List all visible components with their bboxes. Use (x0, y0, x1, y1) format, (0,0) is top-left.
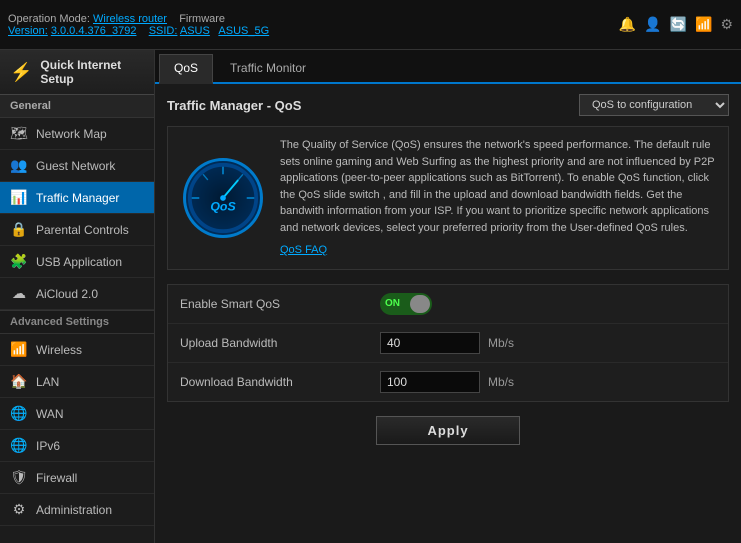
toggle-track[interactable]: ON (380, 293, 432, 315)
enable-smart-qos-row: Enable Smart QoS ON (168, 285, 728, 324)
settings-top-icon[interactable]: ⚙ (720, 16, 733, 33)
download-bandwidth-row: Download Bandwidth Mb/s (168, 363, 728, 401)
notification-icon[interactable]: 🔔 (619, 16, 636, 33)
quick-setup-label: Quick Internet Setup (40, 58, 144, 86)
sidebar-item-wireless[interactable]: 📶 Wireless (0, 334, 154, 366)
upload-bandwidth-label: Upload Bandwidth (180, 336, 380, 350)
qos-logo: QoS (178, 137, 268, 259)
sidebar-item-parental-controls-label: Parental Controls (36, 223, 129, 237)
traffic-manager-header: Traffic Manager - QoS QoS to configurati… (167, 94, 729, 116)
apply-button[interactable]: Apply (376, 416, 519, 445)
sidebar-item-aicloud[interactable]: ☁ AiCloud 2.0 (0, 278, 154, 310)
qos-faq-link[interactable]: QoS FAQ (280, 242, 718, 259)
svg-text:QoS: QoS (210, 199, 236, 213)
op-mode-label: Operation Mode: (8, 13, 90, 25)
version-line: Version: 3.0.0.4.376_3792 SSID: ASUS ASU… (8, 25, 269, 37)
qos-gauge-svg: QoS (186, 159, 260, 237)
enable-smart-qos-label: Enable Smart QoS (180, 297, 380, 311)
tabs-bar: QoS Traffic Monitor (155, 50, 741, 84)
tab-qos[interactable]: QoS (159, 54, 213, 84)
wan-icon: 🌐 (10, 405, 28, 422)
upload-bandwidth-unit: Mb/s (488, 336, 514, 350)
advanced-settings-header: Advanced Settings (0, 310, 154, 334)
upload-bandwidth-row: Upload Bandwidth Mb/s (168, 324, 728, 363)
aicloud-icon: ☁ (10, 285, 28, 302)
sidebar-item-traffic-manager-label: Traffic Manager (36, 191, 119, 205)
download-bandwidth-label: Download Bandwidth (180, 375, 380, 389)
download-bandwidth-value: Mb/s (380, 371, 514, 393)
refresh-icon[interactable]: 🔄 (670, 16, 687, 33)
enable-smart-qos-value: ON (380, 293, 432, 315)
upload-bandwidth-input[interactable] (380, 332, 480, 354)
top-bar: Operation Mode: Wireless router Firmware… (0, 0, 741, 50)
sidebar-item-ipv6[interactable]: 🌐 IPv6 (0, 430, 154, 462)
administration-icon: ⚙ (10, 501, 28, 518)
sidebar-item-traffic-manager[interactable]: 📊 Traffic Manager (0, 182, 154, 214)
sidebar-item-guest-network[interactable]: 👥 Guest Network (0, 150, 154, 182)
download-bandwidth-input[interactable] (380, 371, 480, 393)
network-map-icon: 🗺 (10, 125, 28, 142)
sidebar-item-network-map[interactable]: 🗺 Network Map (0, 118, 154, 150)
sidebar-item-firewall-label: Firewall (36, 471, 77, 485)
sidebar: ⚡ Quick Internet Setup General 🗺 Network… (0, 50, 155, 543)
sidebar-item-ipv6-label: IPv6 (36, 439, 60, 453)
firmware-label: Firmware (179, 13, 225, 25)
traffic-manager-icon: 📊 (10, 189, 28, 206)
qos-description-text: The Quality of Service (QoS) ensures the… (280, 137, 718, 259)
sidebar-item-aicloud-label: AiCloud 2.0 (36, 287, 98, 301)
toggle-on-label: ON (385, 298, 400, 309)
sidebar-item-wireless-label: Wireless (36, 343, 82, 357)
user-icon[interactable]: 👤 (644, 16, 661, 33)
page-content: Traffic Manager - QoS QoS to configurati… (155, 84, 741, 543)
lightning-icon: ⚡ (10, 62, 32, 83)
usb-application-icon: 🧩 (10, 253, 28, 270)
sidebar-item-guest-network-label: Guest Network (36, 159, 115, 173)
sidebar-item-wan[interactable]: 🌐 WAN (0, 398, 154, 430)
qos-config-dropdown[interactable]: QoS to configuration (579, 94, 729, 116)
sidebar-item-usb-application-label: USB Application (36, 255, 122, 269)
sidebar-item-wan-label: WAN (36, 407, 64, 421)
tab-traffic-monitor[interactable]: Traffic Monitor (215, 54, 321, 82)
ssid-value: ASUS (180, 25, 210, 37)
sidebar-item-administration[interactable]: ⚙ Administration (0, 494, 154, 526)
download-bandwidth-unit: Mb/s (488, 375, 514, 389)
ipv6-icon: 🌐 (10, 437, 28, 454)
qos-logo-inner: QoS (183, 158, 263, 238)
lan-icon: 🏠 (10, 373, 28, 390)
ssid-5g-value: ASUS_5G (218, 25, 269, 37)
content-area: QoS Traffic Monitor Traffic Manager - Qo… (155, 50, 741, 543)
op-mode-line: Operation Mode: Wireless router Firmware (8, 13, 269, 25)
op-mode-value[interactable]: Wireless router (93, 13, 167, 25)
general-section-header: General (0, 95, 154, 118)
signal-icon[interactable]: 📶 (695, 16, 712, 33)
sidebar-item-usb-application[interactable]: 🧩 USB Application (0, 246, 154, 278)
ssid-label: SSID: (149, 25, 178, 37)
sidebar-item-network-map-label: Network Map (36, 127, 107, 141)
firewall-icon: 🛡 (10, 469, 28, 486)
smart-qos-toggle[interactable]: ON (380, 293, 432, 315)
sidebar-item-quick-setup[interactable]: ⚡ Quick Internet Setup (0, 50, 154, 95)
sidebar-item-firewall[interactable]: 🛡 Firewall (0, 462, 154, 494)
qos-info-section: QoS The Quality of Service (QoS) ensures… (167, 126, 729, 270)
apply-row: Apply (167, 416, 729, 445)
qos-desc-content: The Quality of Service (QoS) ensures the… (280, 139, 714, 234)
top-bar-icons: 🔔 👤 🔄 📶 ⚙ (619, 16, 733, 33)
page-title: Traffic Manager - QoS (167, 98, 301, 113)
toggle-thumb (410, 295, 430, 313)
wireless-icon: 📶 (10, 341, 28, 358)
top-bar-info: Operation Mode: Wireless router Firmware… (8, 13, 269, 37)
sidebar-item-lan[interactable]: 🏠 LAN (0, 366, 154, 398)
qos-form-section: Enable Smart QoS ON Upload Bandwidth (167, 284, 729, 402)
version-value: 3.0.0.4.376_3792 (51, 25, 137, 37)
version-label: Version: (8, 25, 48, 37)
sidebar-item-lan-label: LAN (36, 375, 59, 389)
sidebar-item-parental-controls[interactable]: 🔒 Parental Controls (0, 214, 154, 246)
main-layout: ⚡ Quick Internet Setup General 🗺 Network… (0, 50, 741, 543)
sidebar-item-administration-label: Administration (36, 503, 112, 517)
parental-controls-icon: 🔒 (10, 221, 28, 238)
guest-network-icon: 👥 (10, 157, 28, 174)
upload-bandwidth-value: Mb/s (380, 332, 514, 354)
